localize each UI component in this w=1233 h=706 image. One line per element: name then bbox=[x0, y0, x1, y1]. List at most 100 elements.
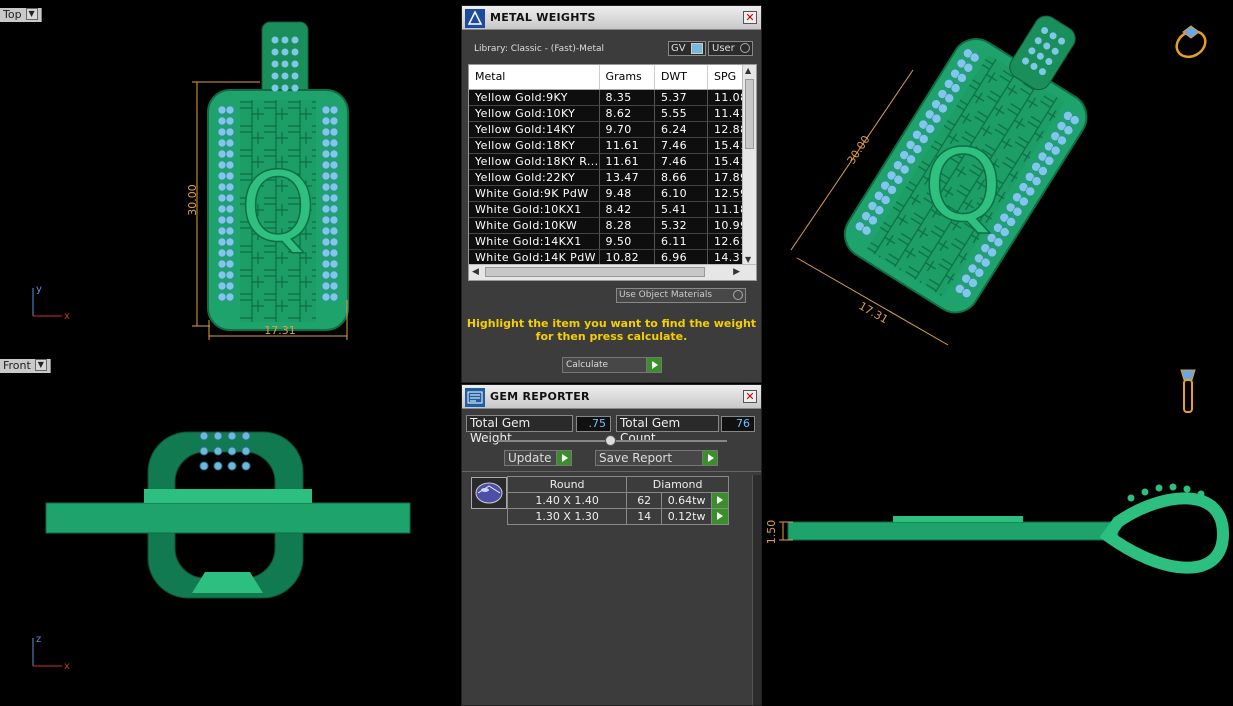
total-gem-count-label: Total Gem Count bbox=[616, 415, 719, 445]
cell-dwt: 6.11 bbox=[654, 233, 708, 250]
figure-nav-icon[interactable] bbox=[1180, 369, 1196, 413]
use-object-materials-toggle[interactable]: Use Object Materials bbox=[616, 288, 746, 303]
cell-dwt: 5.41 bbox=[654, 201, 708, 218]
cell-grams: 9.50 bbox=[599, 233, 655, 250]
table-row[interactable]: Yellow Gold:18KY 11.61 7.46 15.41 bbox=[469, 137, 756, 154]
cell-dwt: 6.10 bbox=[654, 185, 708, 202]
select-row-button[interactable] bbox=[711, 492, 729, 509]
axis-gizmo-front: z x bbox=[32, 634, 70, 672]
gem-reporter-titlebar[interactable]: GEM REPORTER ✕ bbox=[462, 385, 761, 409]
cell-metal: White Gold:10KX1 bbox=[469, 201, 600, 218]
cell-grams: 9.48 bbox=[599, 185, 655, 202]
cell-metal: White Gold:10KW bbox=[469, 217, 600, 234]
dimension-height: 30.00 bbox=[186, 184, 199, 216]
play-icon bbox=[646, 358, 661, 372]
column-header-metal[interactable]: Metal bbox=[469, 65, 600, 90]
total-gem-weight-value: .75 bbox=[576, 416, 611, 432]
cell-metal: Yellow Gold:9KY bbox=[469, 89, 600, 106]
size-slider[interactable] bbox=[497, 435, 727, 446]
bail-side bbox=[1099, 492, 1230, 574]
gem-panel-scroll-track[interactable] bbox=[752, 475, 761, 705]
table-row[interactable]: White Gold:14K PdW 10.82 6.96 14.37 bbox=[469, 249, 756, 266]
horizontal-scrollbar[interactable]: ◀ ▶ bbox=[469, 264, 756, 280]
cell-dwt: 5.32 bbox=[654, 217, 708, 234]
gem-reporter-panel: GEM REPORTER ✕ Total Gem Weight .75 Tota… bbox=[461, 384, 762, 706]
cell-metal: Yellow Gold:10KY bbox=[469, 105, 600, 122]
vertical-scrollbar[interactable]: ▲ ▼ bbox=[742, 65, 756, 265]
total-gem-weight-label: Total Gem Weight bbox=[466, 415, 573, 445]
gem-size: 1.40 X 1.40 bbox=[506, 492, 628, 509]
gem-table[interactable]: Round Diamond 1.40 X 1.40 62 0.64tw 1.30… bbox=[506, 476, 729, 525]
cell-metal: Yellow Gold:18KY bbox=[469, 137, 600, 154]
play-icon bbox=[556, 451, 571, 465]
pendant-side bbox=[787, 521, 1119, 541]
cell-dwt: 5.37 bbox=[654, 89, 708, 106]
svg-text:x: x bbox=[64, 661, 70, 672]
gem-count: 14 bbox=[626, 508, 663, 525]
viewport-top[interactable]: Top ▼ Q 30.00 17.31 y x bbox=[0, 0, 461, 353]
viewport-right[interactable]: 1.50 bbox=[763, 356, 1233, 706]
viewport-perspective[interactable]: Q 30.00 17.31 bbox=[763, 0, 1233, 353]
svg-text:y: y bbox=[36, 284, 42, 295]
cell-grams: 10.82 bbox=[599, 249, 655, 266]
ring-nav-icon[interactable] bbox=[1172, 25, 1210, 62]
table-row[interactable]: Yellow Gold:9KY 8.35 5.37 11.08 bbox=[469, 89, 756, 106]
column-header-dwt[interactable]: DWT bbox=[654, 65, 708, 90]
gem-material-header: Diamond bbox=[626, 476, 729, 493]
user-toggle[interactable]: User bbox=[708, 41, 753, 56]
table-row[interactable]: White Gold:9K PdW 9.48 6.10 12.59 bbox=[469, 185, 756, 202]
calculate-button[interactable]: Calculate bbox=[562, 357, 662, 373]
svg-text:x: x bbox=[64, 311, 70, 322]
cell-dwt: 7.46 bbox=[654, 153, 708, 170]
axis-gizmo: y x bbox=[32, 284, 70, 322]
select-row-button[interactable] bbox=[711, 508, 729, 525]
cell-metal: White Gold:14KX1 bbox=[469, 233, 600, 250]
gem-shape-header: Round bbox=[506, 476, 628, 493]
cell-dwt: 6.96 bbox=[654, 249, 708, 266]
cell-grams: 13.47 bbox=[599, 169, 655, 186]
cell-grams: 9.70 bbox=[599, 121, 655, 138]
monogram-3d: Q bbox=[924, 127, 1003, 244]
save-report-button[interactable]: Save Report bbox=[595, 450, 718, 466]
gem-weight: 0.64tw bbox=[661, 492, 713, 509]
gem-size: 1.30 X 1.30 bbox=[506, 508, 628, 525]
gv-toggle[interactable]: GV bbox=[668, 41, 706, 56]
hint-text: Highlight the item you want to find the … bbox=[466, 317, 757, 343]
cell-grams: 8.35 bbox=[599, 89, 655, 106]
dimension-width-3d: 17.31 bbox=[857, 299, 891, 326]
table-row[interactable]: White Gold:10KX1 8.42 5.41 11.18 bbox=[469, 201, 756, 218]
metal-weights-panel: METAL WEIGHTS ✕ Library: Classic - (Fast… bbox=[461, 5, 762, 383]
cell-dwt: 8.66 bbox=[654, 169, 708, 186]
metal-table[interactable]: Metal Grams DWT SPG Yellow Gold:9KY 8.35 5… bbox=[468, 64, 757, 281]
table-row[interactable]: Yellow Gold:22KY 13.47 8.66 17.89 bbox=[469, 169, 756, 186]
scale-icon bbox=[465, 9, 485, 28]
pendant-edge bbox=[45, 502, 411, 534]
round-gem-icon bbox=[471, 477, 507, 509]
cell-metal: White Gold:14K PdW bbox=[469, 249, 600, 266]
update-button[interactable]: Update bbox=[504, 450, 572, 466]
viewport-front[interactable]: Front ▼ z x bbox=[0, 356, 461, 706]
table-row[interactable]: 1.40 X 1.40 62 0.64tw bbox=[506, 492, 729, 509]
close-icon[interactable]: ✕ bbox=[743, 390, 757, 403]
cell-grams: 8.42 bbox=[599, 201, 655, 218]
column-header-grams[interactable]: Grams bbox=[599, 65, 655, 90]
cell-grams: 8.28 bbox=[599, 217, 655, 234]
gem-count: 62 bbox=[626, 492, 663, 509]
table-row[interactable]: Yellow Gold:14KY 9.70 6.24 12.88 bbox=[469, 121, 756, 138]
metal-weights-titlebar[interactable]: METAL WEIGHTS ✕ bbox=[462, 6, 761, 30]
cell-metal: Yellow Gold:18KY R... bbox=[469, 153, 600, 170]
cad-workspace: Top ▼ Q 30.00 17.31 y x Q 30.00 17.31 Fr… bbox=[0, 0, 1233, 706]
cell-dwt: 5.55 bbox=[654, 105, 708, 122]
cell-dwt: 7.46 bbox=[654, 137, 708, 154]
cell-grams: 11.61 bbox=[599, 153, 655, 170]
dimension-thickness: 1.50 bbox=[765, 520, 778, 545]
cell-grams: 8.62 bbox=[599, 105, 655, 122]
play-icon bbox=[702, 451, 717, 465]
table-row[interactable]: Yellow Gold:10KY 8.62 5.55 11.43 bbox=[469, 105, 756, 122]
table-row[interactable]: Yellow Gold:18KY R... 11.61 7.46 15.41 bbox=[469, 153, 756, 170]
close-icon[interactable]: ✕ bbox=[743, 11, 757, 24]
table-row[interactable]: White Gold:14KX1 9.50 6.11 12.61 bbox=[469, 233, 756, 250]
table-row[interactable]: White Gold:10KW 8.28 5.32 10.99 bbox=[469, 217, 756, 234]
table-row[interactable]: 1.30 X 1.30 14 0.12tw bbox=[506, 508, 729, 525]
svg-text:z: z bbox=[36, 634, 41, 645]
